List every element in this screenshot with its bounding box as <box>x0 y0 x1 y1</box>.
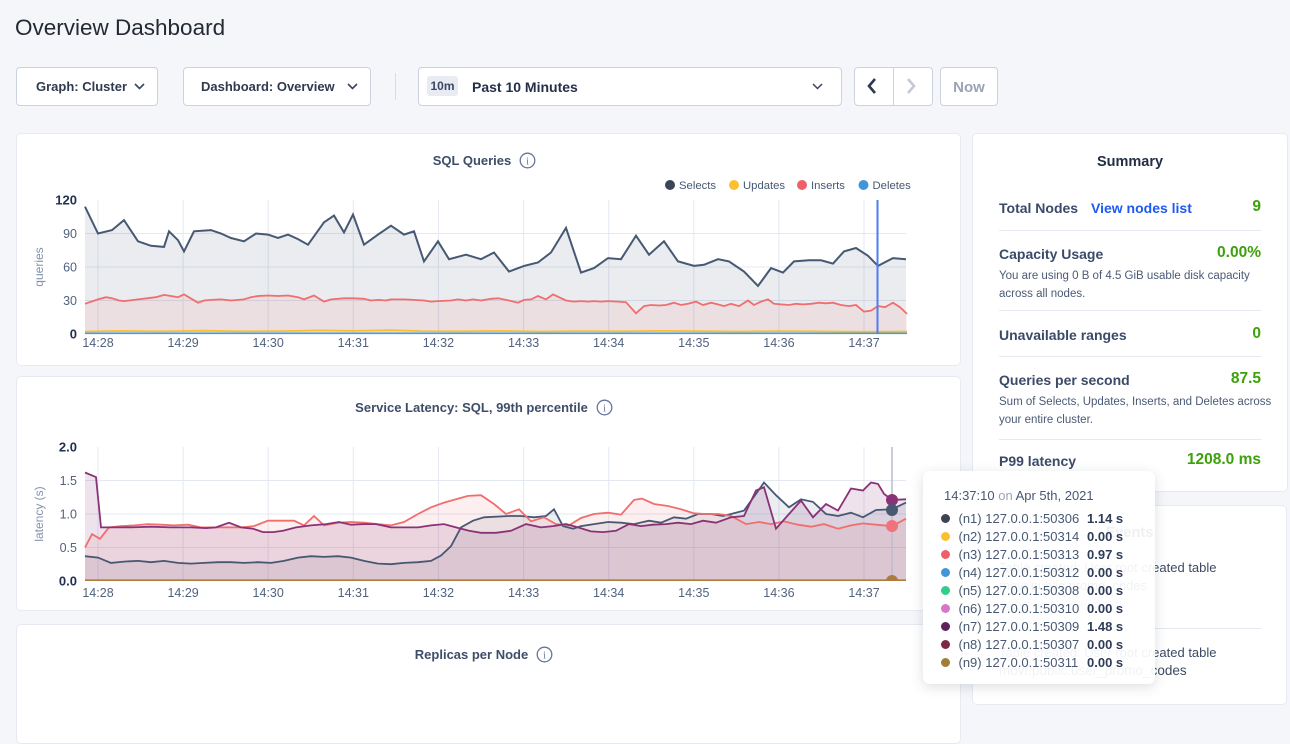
svg-text:30: 30 <box>63 294 77 308</box>
svg-text:latency (s): latency (s) <box>32 486 46 541</box>
svg-text:0: 0 <box>70 327 77 342</box>
svg-text:14:37: 14:37 <box>848 336 879 350</box>
svg-text:Service Latency: SQL, 99th per: Service Latency: SQL, 99th percentile <box>355 400 588 415</box>
svg-text:14:33: 14:33 <box>508 336 539 350</box>
svg-text:14:34: 14:34 <box>593 336 624 350</box>
svg-text:14:28: 14:28 <box>82 336 113 350</box>
svg-text:90: 90 <box>63 227 77 241</box>
svg-text:14:35: 14:35 <box>678 336 709 350</box>
svg-text:Updates: Updates <box>743 180 785 192</box>
svg-text:14:29: 14:29 <box>167 586 198 600</box>
svg-text:14:29: 14:29 <box>167 336 198 350</box>
svg-text:14:31: 14:31 <box>338 336 369 350</box>
svg-text:i: i <box>603 404 606 415</box>
svg-text:SQL Queries: SQL Queries <box>433 153 512 168</box>
svg-text:14:32: 14:32 <box>423 336 454 350</box>
svg-text:14:33: 14:33 <box>508 586 539 600</box>
svg-text:14:34: 14:34 <box>593 586 624 600</box>
svg-text:1.5: 1.5 <box>60 474 77 488</box>
svg-text:queries: queries <box>32 247 46 286</box>
svg-text:i: i <box>526 157 529 168</box>
svg-text:Deletes: Deletes <box>873 180 912 192</box>
svg-text:14:32: 14:32 <box>423 586 454 600</box>
svg-text:14:37: 14:37 <box>848 586 879 600</box>
svg-text:14:36: 14:36 <box>763 336 794 350</box>
svg-text:14:31: 14:31 <box>338 586 369 600</box>
svg-text:Selects: Selects <box>679 180 716 192</box>
svg-text:0.5: 0.5 <box>60 541 77 555</box>
svg-text:14:30: 14:30 <box>253 586 284 600</box>
svg-text:Inserts: Inserts <box>811 180 845 192</box>
svg-text:120: 120 <box>55 193 77 208</box>
svg-text:14:36: 14:36 <box>763 586 794 600</box>
svg-text:2.0: 2.0 <box>59 440 77 455</box>
svg-text:0.0: 0.0 <box>59 574 77 589</box>
svg-text:14:30: 14:30 <box>253 336 284 350</box>
svg-text:Replicas per Node: Replicas per Node <box>415 647 528 662</box>
svg-text:i: i <box>543 651 546 662</box>
svg-text:14:35: 14:35 <box>678 586 709 600</box>
svg-text:1.0: 1.0 <box>60 508 77 522</box>
svg-text:14:28: 14:28 <box>82 586 113 600</box>
svg-text:60: 60 <box>63 261 77 275</box>
